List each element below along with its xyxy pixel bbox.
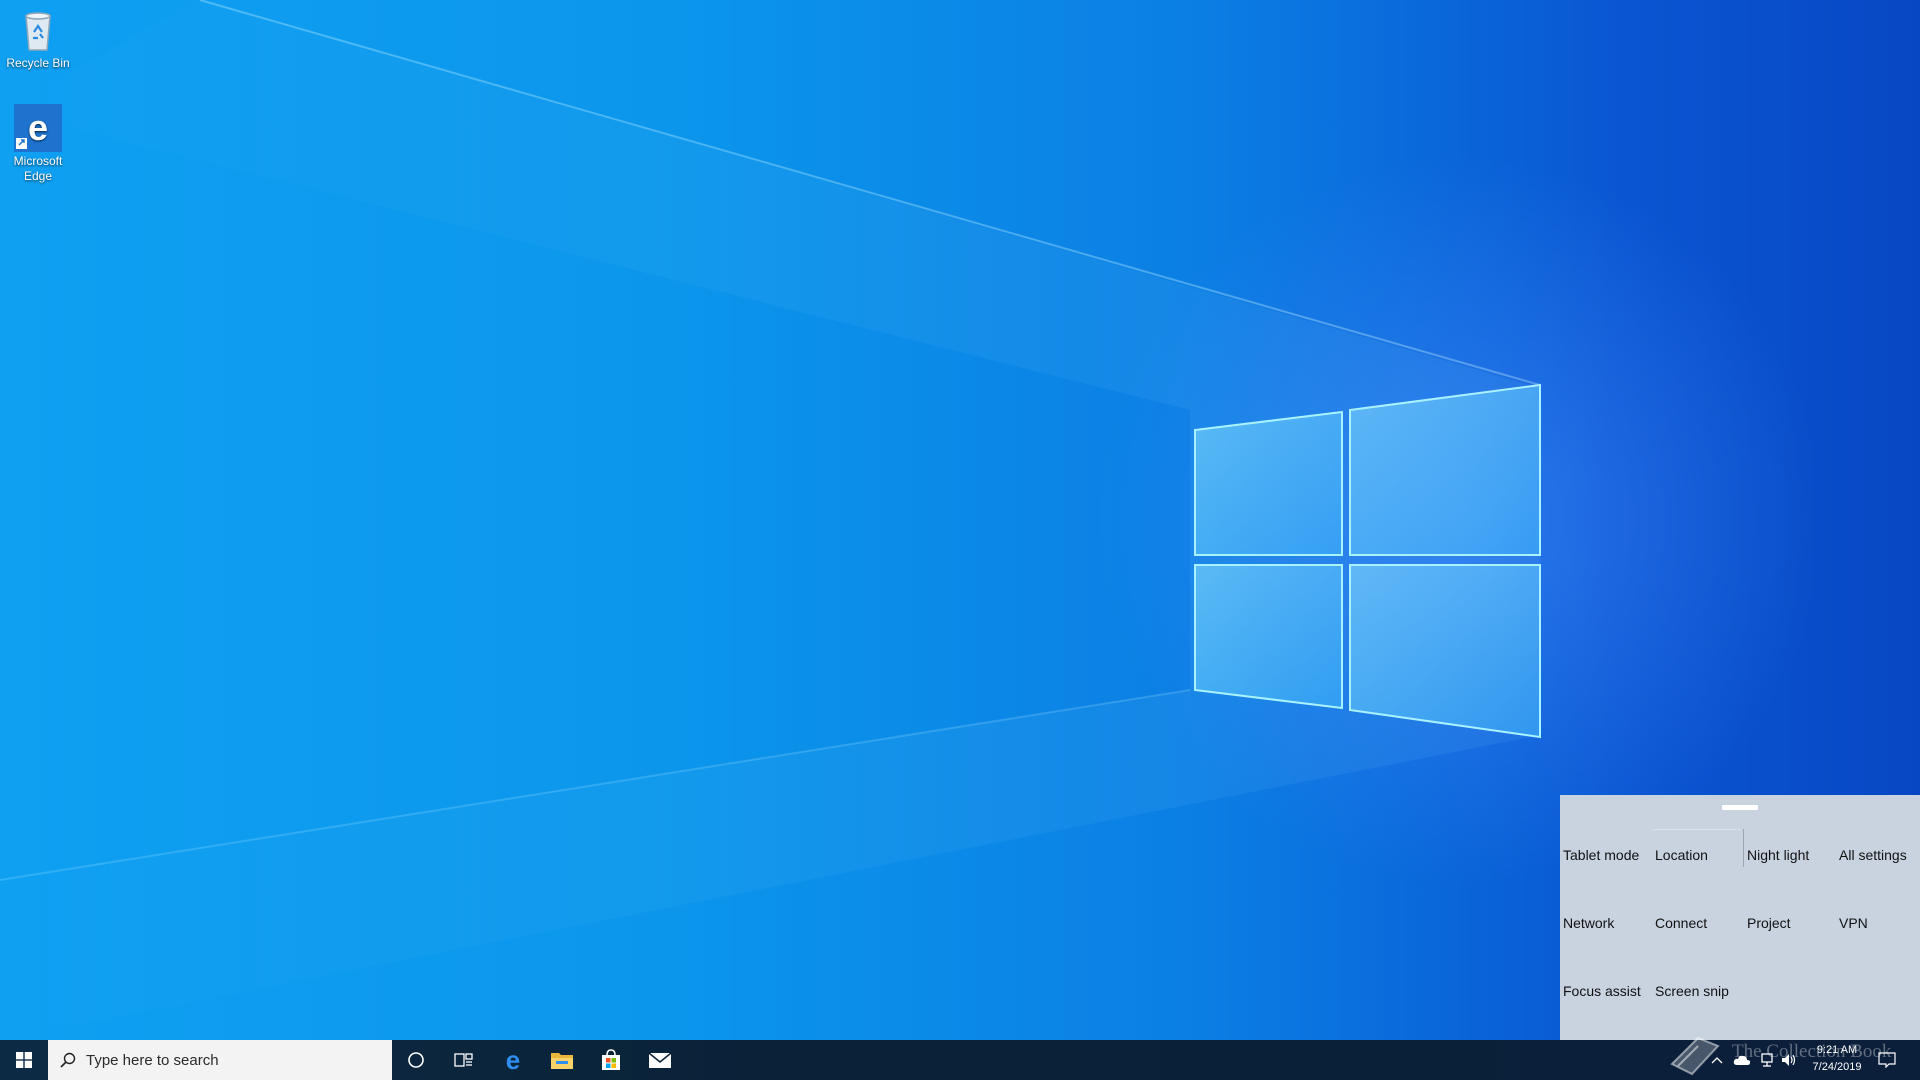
volume-tray-button[interactable] xyxy=(1780,1051,1798,1069)
tile-all-settings[interactable]: All settings xyxy=(1836,815,1920,883)
windows-logo-icon xyxy=(16,1052,32,1068)
recycle-bin-label: Recycle Bin xyxy=(6,56,70,70)
onedrive-tray-button[interactable] xyxy=(1733,1051,1751,1069)
quick-actions-panel: Tablet mode Location Night light All set… xyxy=(1560,795,1920,1040)
tile-label: Connect xyxy=(1655,915,1708,931)
show-hidden-icons-button[interactable] xyxy=(1708,1051,1726,1069)
svg-text:e: e xyxy=(28,107,48,148)
mail-icon xyxy=(648,1052,672,1068)
chevron-up-icon xyxy=(1711,1057,1723,1064)
cortana-circle-icon xyxy=(408,1052,424,1068)
task-view-icon xyxy=(454,1053,473,1067)
tile-label: Location xyxy=(1655,847,1708,863)
edge-icon: e xyxy=(14,104,62,152)
taskbar: Type here to search e 9:21 AM 7/24/2019 xyxy=(0,1040,1920,1080)
task-view-button[interactable] xyxy=(440,1040,488,1080)
tile-label: Project xyxy=(1747,915,1791,931)
tile-connect[interactable]: Connect xyxy=(1652,883,1744,951)
clock-date: 7/24/2019 xyxy=(1812,1061,1862,1073)
collapse-handle[interactable] xyxy=(1722,805,1758,810)
taskbar-store-button[interactable] xyxy=(587,1040,635,1080)
folder-icon xyxy=(551,1053,573,1069)
tile-focus-assist[interactable]: Focus assist xyxy=(1560,951,1652,1019)
taskbar-file-explorer-button[interactable] xyxy=(538,1040,586,1080)
svg-text:e: e xyxy=(506,1048,520,1072)
clock[interactable]: 9:21 AM 7/24/2019 xyxy=(1800,1042,1874,1076)
tile-label: Night light xyxy=(1747,847,1810,863)
tile-label: Network xyxy=(1563,915,1615,931)
edge-icon: e xyxy=(506,1048,520,1072)
taskbar-mail-button[interactable] xyxy=(636,1040,684,1080)
tile-location[interactable]: Location xyxy=(1652,815,1744,883)
start-button[interactable] xyxy=(0,1040,48,1080)
tile-tablet-mode[interactable]: Tablet mode xyxy=(1560,815,1652,883)
search-icon xyxy=(60,1052,76,1068)
tile-label: Focus assist xyxy=(1563,983,1641,999)
desktop-wallpaper: Recycle Bin e Microsoft Edge Tablet mode… xyxy=(0,0,1920,1040)
edge-label: Microsoft Edge xyxy=(13,154,63,183)
tile-night-light[interactable]: Night light xyxy=(1744,815,1836,883)
speaker-icon xyxy=(1782,1054,1796,1066)
tile-label: Tablet mode xyxy=(1563,847,1640,863)
cloud-icon xyxy=(1733,1055,1751,1065)
clock-time: 9:21 AM xyxy=(1816,1044,1858,1056)
search-input[interactable]: Type here to search xyxy=(48,1040,392,1080)
search-placeholder: Type here to search xyxy=(86,1051,219,1069)
desktop-icon-microsoft-edge[interactable]: e Microsoft Edge xyxy=(0,104,76,184)
tile-label: Screen snip xyxy=(1655,983,1729,999)
network-icon xyxy=(1761,1053,1773,1067)
tile-screen-snip[interactable]: Screen snip xyxy=(1652,951,1744,1019)
taskbar-edge-button[interactable]: e xyxy=(489,1040,537,1080)
cortana-button[interactable] xyxy=(392,1040,440,1080)
notification-icon xyxy=(1878,1052,1896,1068)
recycle-bin-icon xyxy=(25,12,51,51)
tile-label: VPN xyxy=(1839,915,1868,931)
tile-vpn[interactable]: VPN xyxy=(1836,883,1920,951)
action-center-button[interactable] xyxy=(1878,1051,1896,1069)
tile-network[interactable]: Network xyxy=(1560,883,1652,951)
network-tray-button[interactable] xyxy=(1757,1051,1775,1069)
desktop-icon-recycle-bin[interactable]: Recycle Bin xyxy=(0,6,76,71)
tile-label: All settings xyxy=(1839,847,1907,863)
tile-project[interactable]: Project xyxy=(1744,883,1836,951)
store-bag-icon xyxy=(602,1049,620,1070)
